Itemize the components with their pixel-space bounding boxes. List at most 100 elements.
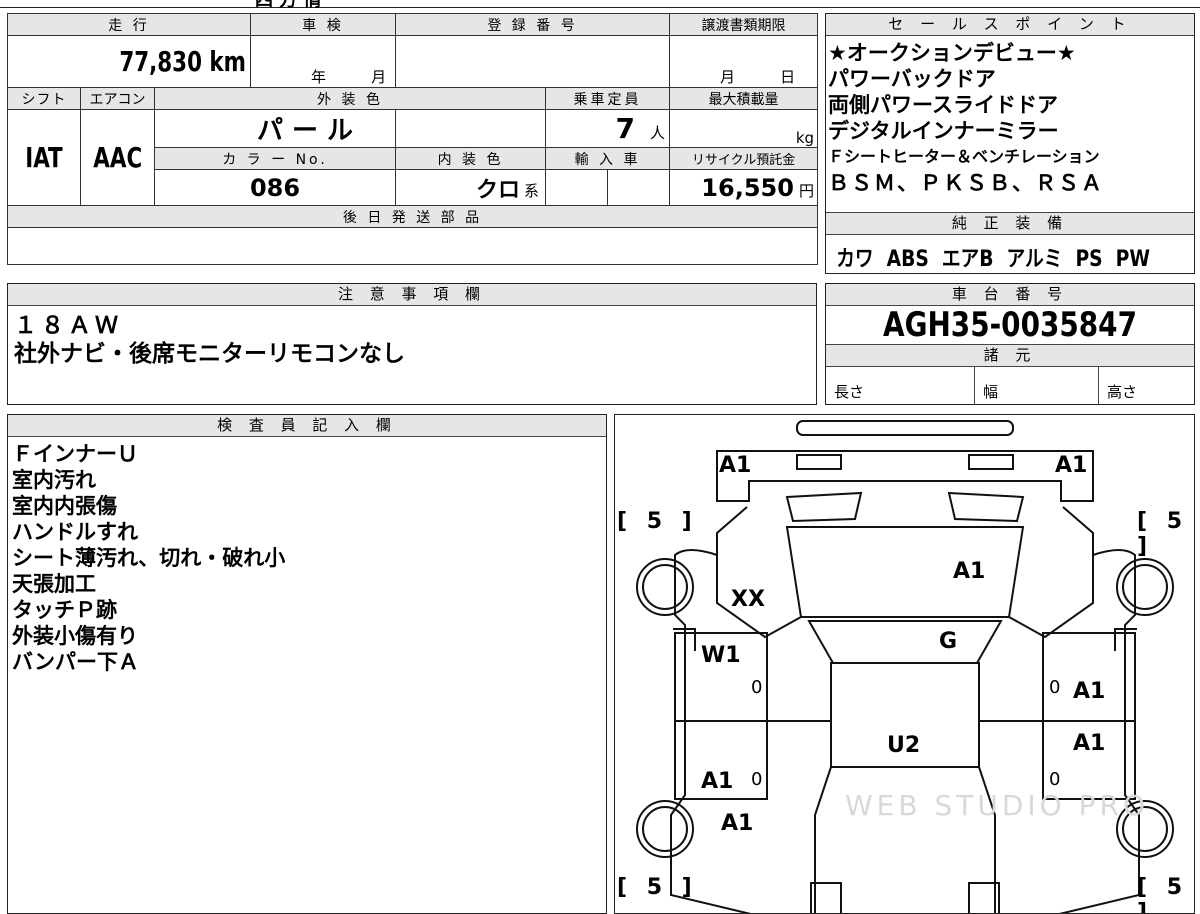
later-parts-cell [6, 227, 819, 265]
aircon-header: エアコン [80, 87, 155, 110]
sales-point-line: Ｆシートヒーター＆ベンチレーション [828, 147, 1100, 166]
tire-mark-front-right: [ 5 ] [1137, 509, 1189, 559]
inspection-header: 車 検 [250, 13, 397, 36]
sales-point-line: 両側パワースライドドア [828, 93, 1058, 117]
spec-table: 走 行 車 検 登 録 番 号 譲渡書類期限 77,830 km 年 月 月 日… [6, 13, 819, 265]
registration-header: 登 録 番 号 [395, 13, 671, 36]
mark-door-rear-left: A1 [701, 769, 734, 794]
dims-header: 諸 元 [826, 344, 1194, 367]
mileage-header: 走 行 [6, 13, 252, 36]
zero-mark: 0 [751, 769, 763, 790]
sales-point-line: ★オークションデビュー★ [828, 41, 1076, 65]
inspection-year-unit: 年 [311, 68, 327, 86]
capacity-unit: 人 [650, 124, 666, 142]
max-load-header: 最大積載量 [669, 87, 819, 110]
mark-door-front-right: A1 [1073, 679, 1106, 704]
capacity-value: 7 [615, 112, 635, 145]
interior-color-suffix: 系 [524, 182, 540, 200]
inspector-line: 室内内張傷 [12, 494, 117, 518]
import-header: 輸 入 車 [545, 147, 671, 170]
recycle-fee-header: リサイクル預託金 [669, 147, 819, 170]
capacity-header: 乗車定員 [545, 87, 671, 110]
inspection-month-unit: 月 [371, 68, 387, 86]
mark-windshield: G [939, 629, 958, 654]
mark-door-rear-right: A1 [1073, 731, 1106, 756]
shift-header: シフト [7, 87, 81, 110]
exterior-color-value: パ ー ル [256, 116, 354, 146]
import-cell-b [607, 169, 671, 206]
inspector-line: ＦインナーＵ [12, 442, 138, 466]
sales-points-header: セ ー ル ス ポ イ ン ト [826, 14, 1194, 36]
note-line: １８ＡＷ [14, 313, 122, 339]
transfer-deadline-header: 譲渡書類期限 [669, 13, 819, 36]
transfer-deadline-cell: 月 日 [669, 35, 819, 88]
inspector-line: 天張加工 [12, 572, 96, 596]
recycle-fee-cell: 16,550 円 [669, 169, 819, 206]
sales-point-line: パワーバックドア [828, 67, 996, 91]
top-strip: 四 方 情 [0, 0, 1200, 11]
import-cell-a [545, 169, 609, 206]
car-diagram-panel: WEB STUDIO PRO [ 5 ] [ 5 ] [ 5 ] [ 5 ] A… [614, 414, 1195, 914]
tire-mark-front-left: [ 5 ] [617, 509, 698, 534]
exterior-color-header: 外 装 色 [153, 87, 547, 110]
aircon-value: AAC [93, 141, 142, 174]
chassis-panel: 車 台 番 号 AGH35-0035847 諸 元 長さ 幅 高さ [825, 283, 1195, 405]
interior-color-value: クロ [476, 177, 521, 203]
color-no-cell: 086 [153, 169, 397, 206]
length-label: 長さ [826, 367, 975, 405]
recycle-fee-unit: 円 [799, 181, 815, 200]
equipment-value: カワ ABS エアB アルミ PS PW [836, 247, 1150, 272]
chassis-number: AGH35-0035847 [883, 305, 1137, 345]
mark-front-left: A1 [719, 453, 752, 478]
aircon-cell: AAC [80, 109, 155, 206]
top-strip-text: 四 方 情 [255, 0, 322, 11]
mileage-cell: 77,830 km [6, 35, 252, 88]
notes-header: 注 意 事 項 欄 [8, 284, 816, 306]
inspector-line: ハンドルすれ [12, 520, 138, 544]
inspector-panel: 検 査 員 記 入 欄 ＦインナーＵ 室内汚れ 室内内張傷 ハンドルすれ シート… [7, 414, 607, 914]
zero-mark: 0 [1049, 677, 1061, 698]
exterior-color-extra [395, 109, 547, 148]
tire-mark-rear-right: [ 5 ] [1137, 875, 1189, 914]
zero-mark: 0 [751, 677, 763, 698]
shift-cell: IAT [7, 109, 81, 206]
inspector-line: バンパー下Ａ [12, 650, 140, 674]
shift-value: IAT [25, 141, 63, 174]
tire-mark-rear-left: [ 5 ] [617, 875, 698, 900]
watermark: WEB STUDIO PRO [845, 789, 1149, 822]
color-no-header: カ ラ ー No. [153, 147, 397, 170]
recycle-fee-value: 16,550 [701, 173, 794, 202]
later-parts-header: 後 日 発 送 部 品 [6, 205, 819, 228]
mark-hood: A1 [953, 559, 986, 584]
max-load-unit: kg [795, 129, 815, 147]
sales-point-line: デジタルインナーミラー [828, 119, 1059, 143]
equipment-header: 純 正 装 備 [826, 212, 1194, 235]
color-no-value: 086 [249, 173, 301, 202]
sales-points-panel: セ ー ル ス ポ イ ン ト ★オークションデビュー★ パワーバックドア 両側… [825, 13, 1195, 274]
chassis-header: 車 台 番 号 [826, 284, 1194, 306]
capacity-cell: 7 人 [545, 109, 671, 148]
exterior-color-cell: パ ー ル [153, 109, 397, 148]
mark-front-right: A1 [1055, 453, 1088, 478]
mark-rear-quarter-left: A1 [721, 811, 754, 836]
height-label: 高さ [1107, 383, 1138, 401]
inspector-list: ＦインナーＵ 室内汚れ 室内内張傷 ハンドルすれ シート薄汚れ、切れ・破れ小 天… [8, 437, 606, 675]
note-line: 社外ナビ・後席モニターリモコンなし [14, 341, 405, 367]
mileage-value: 77,830 km [119, 45, 247, 78]
width-label: 幅 [975, 367, 1099, 405]
inspector-line: 外装小傷有り [12, 624, 138, 648]
transfer-day-unit: 日 [780, 68, 796, 86]
registration-cell [395, 35, 671, 88]
inspector-line: 室内汚れ [12, 468, 96, 492]
inspector-line: シート薄汚れ、切れ・破れ小 [12, 546, 286, 570]
transfer-month-unit: 月 [720, 68, 736, 86]
interior-color-header: 内 装 色 [395, 147, 547, 170]
dims-row: 長さ 幅 高さ [826, 367, 1194, 405]
notes-panel: 注 意 事 項 欄 １８ＡＷ 社外ナビ・後席モニターリモコンなし [7, 283, 817, 405]
zero-mark: 0 [1049, 769, 1061, 790]
inspector-line: タッチＰ跡 [12, 598, 117, 622]
sales-points-list: ★オークションデビュー★ パワーバックドア 両側パワースライドドア デジタルイン… [826, 36, 1194, 212]
max-load-cell: kg [669, 109, 819, 148]
mark-door-front-left: W1 [701, 643, 741, 668]
interior-color-cell: クロ 系 [395, 169, 547, 206]
